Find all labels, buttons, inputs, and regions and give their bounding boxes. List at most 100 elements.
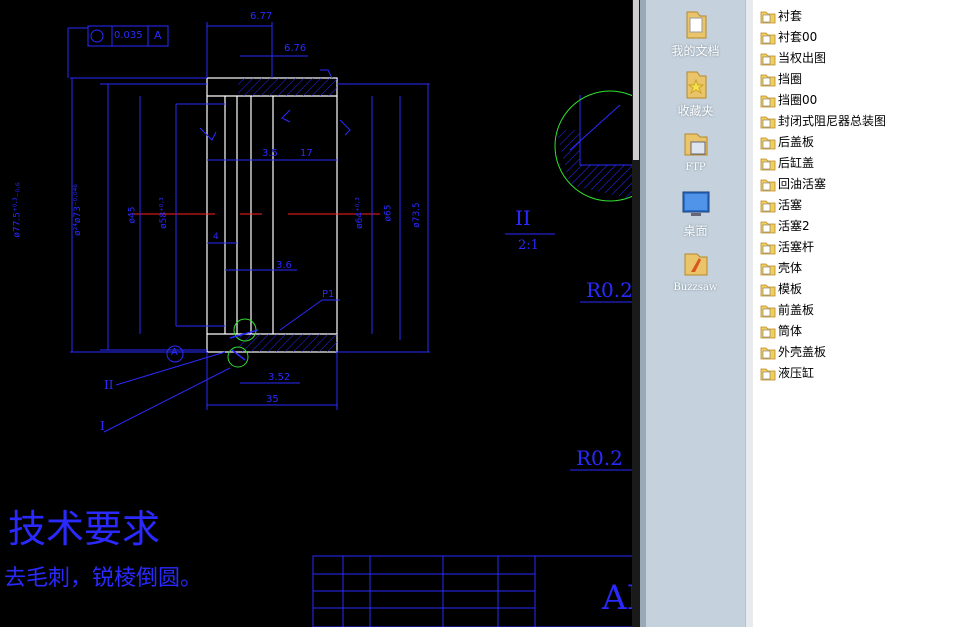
ftp-icon: [684, 133, 707, 156]
file-list-item[interactable]: 当权出图: [760, 48, 826, 68]
hatch-top: [238, 78, 337, 96]
dia-2: ø²⁴ø73⁻⁰·⁰⁴⁶: [72, 184, 83, 236]
file-name: 模板: [778, 282, 803, 296]
tolerance-value: 0.035: [114, 30, 143, 41]
place-ftp[interactable]: FTP: [646, 128, 745, 173]
file-name: 活塞: [778, 198, 803, 212]
file-name: 挡圈: [778, 72, 803, 86]
file-name: 衬套00: [778, 30, 818, 44]
label-i: I: [100, 419, 105, 433]
place-label: FTP: [685, 162, 706, 173]
tech-requirements-note: 去毛刺，锐棱倒圆。: [4, 566, 203, 591]
dim-4: 4: [213, 232, 219, 242]
file-list-item[interactable]: 前盖板: [760, 300, 814, 320]
circle-a-label: A: [171, 347, 178, 358]
file-list-item[interactable]: 回油活塞: [760, 174, 826, 194]
file-name: 活塞2: [778, 219, 810, 233]
dim-3-52: 3.52: [268, 372, 291, 383]
file-list-item[interactable]: 封闭式阻尼器总装图: [760, 111, 886, 131]
file-list-item[interactable]: 后缸盖: [760, 153, 814, 173]
place-desktop[interactable]: 桌面: [646, 188, 745, 239]
file-name: 液压缸: [778, 366, 815, 380]
file-name: 衬套: [778, 9, 803, 23]
documents-folder-icon: [686, 11, 706, 39]
title-block-text: AI: [602, 578, 636, 618]
folder-icon: [760, 305, 776, 317]
dia-r1: ø64⁺⁰·³: [354, 197, 365, 229]
folder-icon: [760, 137, 776, 149]
radius-note-1: R0.2: [586, 278, 633, 302]
file-name: 后盖板: [778, 135, 815, 149]
file-list-item[interactable]: 衬套: [760, 6, 802, 26]
folder-icon: [760, 200, 776, 212]
place-buzzsaw[interactable]: Buzzsaw: [646, 248, 745, 293]
folder-icon: [760, 326, 776, 338]
folder-icon: [760, 32, 776, 44]
file-name: 外壳盖板: [778, 345, 827, 359]
folder-icon: [760, 95, 776, 107]
folder-icon: [760, 284, 776, 296]
folder-icon: [760, 116, 776, 128]
buzzsaw-icon: [684, 253, 707, 276]
folder-icon: [760, 221, 776, 233]
dia-r3: ø73.5: [411, 202, 422, 228]
label-ii: II: [104, 378, 114, 392]
detail-hatch: [556, 130, 636, 200]
file-list-item[interactable]: 外壳盖板: [760, 342, 826, 362]
place-favorites[interactable]: 收藏夹: [646, 68, 745, 119]
file-name: 封闭式阻尼器总装图: [778, 114, 887, 128]
radius-note-2: R0.2: [576, 446, 623, 470]
file-list-item[interactable]: 衬套00: [760, 27, 817, 47]
folder-icon: [760, 158, 776, 170]
dia-outer: ø77.5⁺⁰·³₋₀.₆: [12, 182, 23, 238]
folder-icon: [760, 74, 776, 86]
places-bar: 我的文档 收藏夹 FTP 桌面 Buzzsaw: [640, 0, 745, 627]
file-name: 挡圈00: [778, 93, 818, 107]
dia-inner-2: ø58⁺⁰·³: [158, 197, 169, 229]
file-name: 筒体: [778, 324, 803, 338]
dim-6-77: 6.77: [250, 11, 273, 22]
file-list-item[interactable]: 模板: [760, 279, 802, 299]
place-my-documents[interactable]: 我的文档: [646, 8, 745, 59]
file-name: 后缸盖: [778, 156, 815, 170]
place-label: Buzzsaw: [673, 282, 718, 293]
scrollbar-thumb[interactable]: [633, 0, 639, 160]
file-name: 当权出图: [778, 51, 827, 65]
desktop-monitor-icon: [682, 191, 709, 216]
datum-a: A: [154, 29, 162, 42]
panel-divider[interactable]: [745, 0, 753, 627]
place-label: 收藏夹: [677, 104, 714, 118]
detail-scale: 2:1: [518, 238, 539, 253]
file-list-item[interactable]: 活塞杆: [760, 237, 814, 257]
file-list-item[interactable]: 挡圈00: [760, 90, 817, 110]
file-list-item[interactable]: 壳体: [760, 258, 802, 278]
file-name: 活塞杆: [778, 240, 815, 254]
file-name: 回油活塞: [778, 177, 827, 191]
drawing-scrollbar[interactable]: [632, 0, 640, 627]
file-name: 壳体: [778, 261, 803, 275]
dim-3-6: 3.6: [276, 260, 292, 271]
file-list-item[interactable]: 后盖板: [760, 132, 814, 152]
hatch-bottom: [238, 334, 337, 352]
label-p1: P1: [322, 289, 335, 300]
dia-inner-1: ø45: [127, 206, 138, 224]
file-list-item[interactable]: 液压缸: [760, 363, 814, 383]
file-list-item[interactable]: 活塞2: [760, 216, 810, 236]
dia-r2: ø65: [383, 204, 394, 222]
part-outline: [206, 77, 338, 353]
folder-icon: [760, 11, 776, 23]
file-list[interactable]: 衬套衬套00 当权出图挡圈挡圈00 封闭式阻尼器总装图 后盖板后缸盖回油活塞活塞活塞2…: [753, 0, 957, 627]
file-list-item[interactable]: 挡圈: [760, 69, 802, 89]
folder-icon: [760, 347, 776, 359]
file-name: 前盖板: [778, 303, 815, 317]
file-list-item[interactable]: 活塞: [760, 195, 802, 215]
dim-17: 17: [300, 148, 313, 159]
file-list-item[interactable]: 筒体: [760, 321, 802, 341]
folder-icon: [760, 242, 776, 254]
tech-requirements-title: 技术要求: [8, 507, 161, 551]
cad-drawing-area[interactable]: 6.77 6.76 0.035 A 3.5 17 4 3.6 P1 3.52 3…: [0, 0, 636, 627]
dim-3-5: 3.5: [262, 148, 278, 159]
place-label: 我的文档: [671, 44, 720, 58]
dim-35: 35: [266, 394, 279, 405]
folder-icon: [760, 179, 776, 191]
